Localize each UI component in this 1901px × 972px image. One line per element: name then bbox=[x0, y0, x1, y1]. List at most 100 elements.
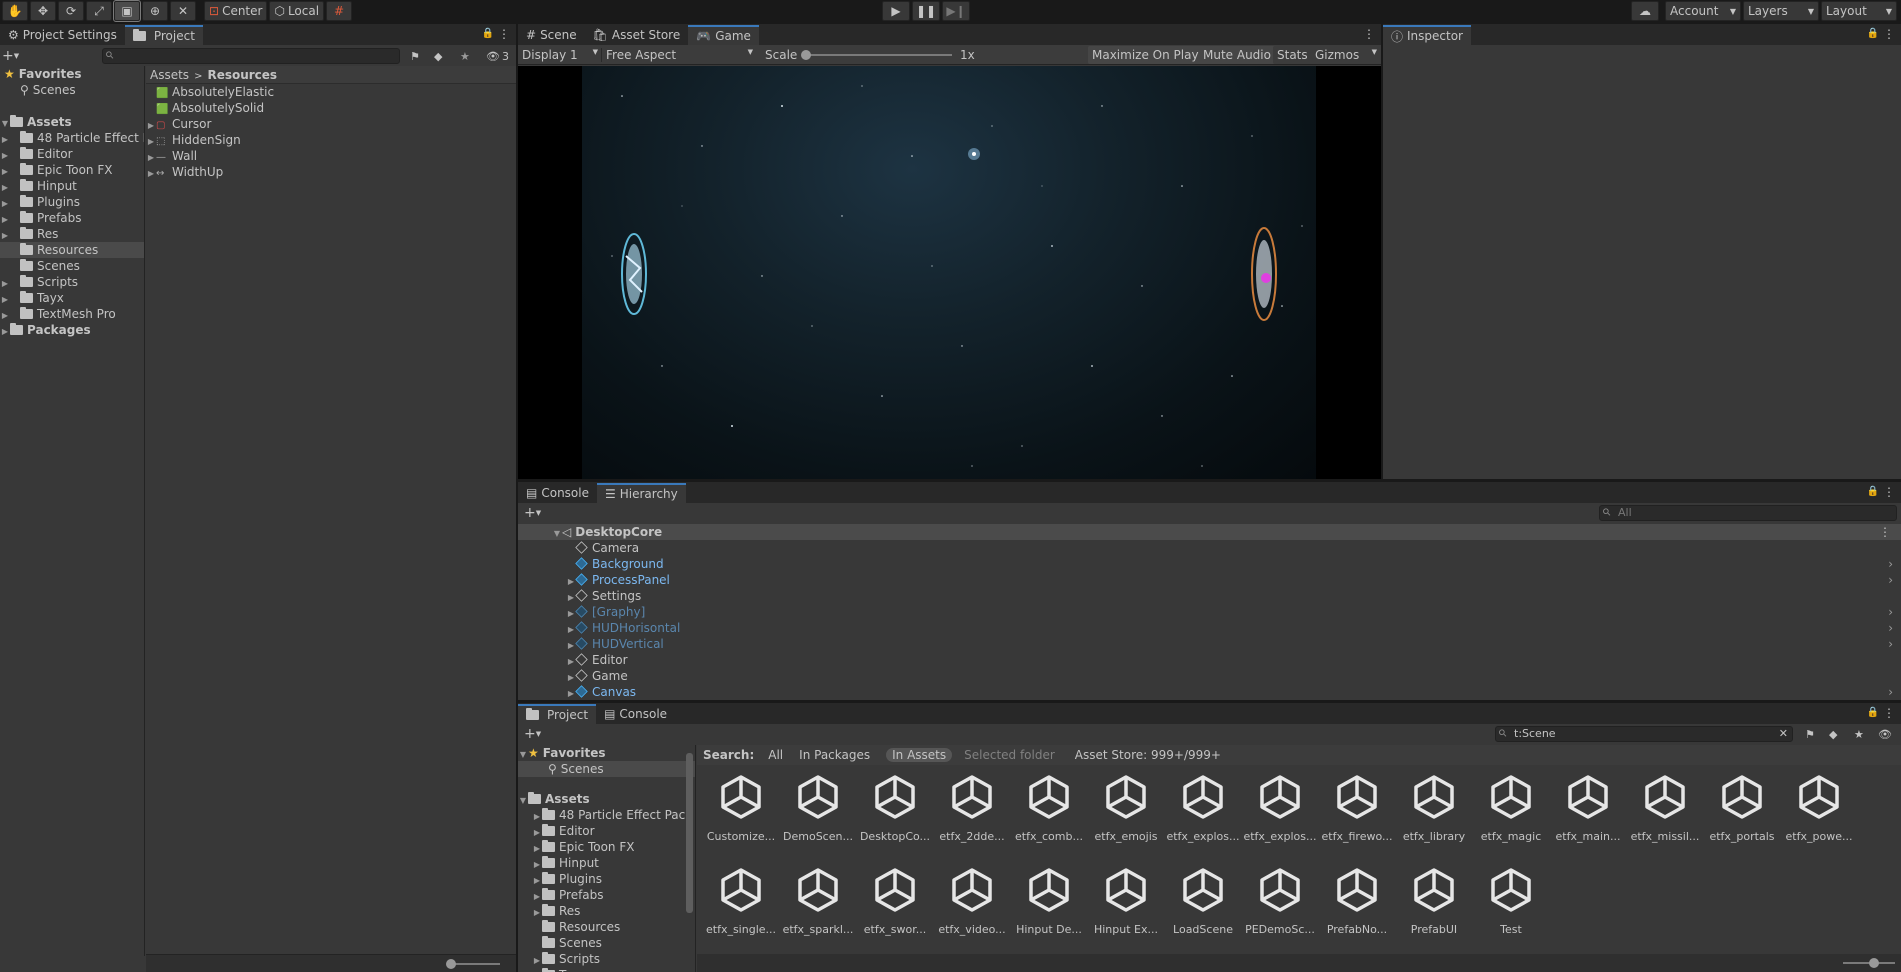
folder-item[interactable]: ▶ Editor bbox=[518, 823, 695, 839]
gizmos-dropdown[interactable]: Gizmos ▼ bbox=[1315, 48, 1377, 62]
folder-item[interactable]: ▶ Scripts bbox=[518, 951, 695, 967]
filter-type-icon[interactable]: ⚑ bbox=[1805, 728, 1815, 741]
scene-asset-tile[interactable]: etfx_missil... bbox=[1627, 773, 1703, 843]
folder-item[interactable]: ▶ Epic Toon FX bbox=[0, 162, 144, 178]
expand-arrow-icon[interactable]: ▶ bbox=[146, 118, 156, 132]
expand-arrow-icon[interactable]: ▶ bbox=[566, 686, 576, 700]
tab-scene[interactable]: # Scene bbox=[518, 25, 585, 45]
tree-scrollbar[interactable] bbox=[686, 753, 693, 913]
tab-inspector[interactable]: ⓘ Inspector bbox=[1383, 25, 1471, 45]
packages-root[interactable]: ▶ Packages bbox=[0, 322, 144, 338]
scene-asset-tile[interactable]: Hinput De... bbox=[1011, 866, 1087, 936]
expand-arrow-icon[interactable]: ▶ bbox=[0, 292, 10, 306]
chevron-down-icon[interactable]: ▼ bbox=[536, 509, 541, 517]
expand-arrow-icon[interactable]: ▶ bbox=[0, 212, 10, 226]
hierarchy-item[interactable]: Camera bbox=[518, 540, 1901, 556]
mute-audio-button[interactable]: Mute Audio bbox=[1199, 45, 1275, 64]
asset-file-item[interactable]: ▶ ▢ Cursor bbox=[146, 116, 516, 132]
scene-asset-tile[interactable]: etfx_emojis bbox=[1088, 773, 1164, 843]
scene-asset-tile[interactable]: etfx_video... bbox=[934, 866, 1010, 936]
expand-arrow-icon[interactable]: ▶ bbox=[532, 889, 542, 903]
scale-tool-icon[interactable]: ⤢ bbox=[86, 1, 112, 21]
scene-asset-tile[interactable]: etfx_2dde... bbox=[934, 773, 1010, 843]
pivot-local-button[interactable]: ⬡ Local bbox=[269, 1, 325, 21]
asset-file-item[interactable]: ▶ — Wall bbox=[146, 148, 516, 164]
expand-arrow-icon[interactable]: ▶ bbox=[532, 905, 542, 919]
scale-slider[interactable] bbox=[801, 50, 952, 60]
tab-hierarchy[interactable]: ☰ Hierarchy bbox=[596, 483, 686, 503]
folder-item[interactable]: ▶ Prefabs bbox=[518, 887, 695, 903]
lock-icon[interactable]: 🔒 bbox=[1867, 486, 1879, 497]
chevron-right-icon[interactable]: › bbox=[1888, 572, 1893, 588]
favorites-header[interactable]: ★ Favorites bbox=[0, 66, 144, 82]
fav-item-scenes[interactable]: ⚲ Scenes bbox=[518, 761, 695, 777]
custom-tool-icon[interactable]: ✕ bbox=[170, 1, 196, 21]
account-dropdown[interactable]: Account ▼ bbox=[1665, 1, 1741, 21]
expand-arrow-icon[interactable]: ▶ bbox=[532, 873, 542, 887]
more-options-icon[interactable]: ⋮ bbox=[498, 27, 510, 41]
tab-console-bottom[interactable]: ▤ Console bbox=[596, 704, 675, 724]
pause-button[interactable]: ❚❚ bbox=[912, 1, 940, 21]
scene-asset-tile[interactable]: PrefabNo... bbox=[1319, 866, 1395, 936]
scene-asset-tile[interactable]: etfx_main... bbox=[1550, 773, 1626, 843]
aspect-dropdown[interactable]: Free Aspect ▼ bbox=[601, 47, 753, 62]
hand-tool-icon[interactable]: ✋ bbox=[2, 1, 28, 21]
hierarchy-item[interactable]: ▶ HUDHorisontal › bbox=[518, 620, 1901, 636]
display-dropdown[interactable]: Display 1 ▼ bbox=[522, 48, 598, 62]
expand-arrow-icon[interactable]: ▼ bbox=[518, 793, 528, 807]
layers-dropdown[interactable]: Layers ▼ bbox=[1743, 1, 1819, 21]
hierarchy-item[interactable]: ▶ Canvas › bbox=[518, 684, 1901, 700]
scene-asset-tile[interactable]: PrefabUI bbox=[1396, 866, 1472, 936]
scene-asset-tile[interactable]: etfx_library bbox=[1396, 773, 1472, 843]
asset-file-item[interactable]: 🟩 AbsolutelyElastic bbox=[146, 84, 516, 100]
tab-project-bottom[interactable]: Project bbox=[518, 704, 597, 724]
zoom-slider-handle[interactable] bbox=[446, 959, 456, 969]
scene-asset-tile[interactable]: etfx_sparkl... bbox=[780, 866, 856, 936]
game-view[interactable] bbox=[518, 66, 1381, 479]
expand-arrow-icon[interactable]: ▶ bbox=[0, 148, 10, 162]
folder-item[interactable]: ▶ Scripts bbox=[0, 274, 144, 290]
folder-item[interactable]: ▶ Tayx bbox=[0, 290, 144, 306]
expand-arrow-icon[interactable]: ▶ bbox=[566, 606, 576, 620]
folder-item[interactable]: ▶ Plugins bbox=[518, 871, 695, 887]
lock-icon[interactable]: 🔒 bbox=[482, 28, 494, 39]
filter-label-icon[interactable]: ◆ bbox=[434, 50, 442, 63]
expand-arrow-icon[interactable]: ▼ bbox=[518, 747, 528, 761]
tab-asset-store[interactable]: 🛍 Asset Store bbox=[585, 25, 689, 45]
folder-item[interactable]: ▶ Epic Toon FX bbox=[518, 839, 695, 855]
expand-arrow-icon[interactable]: ▶ bbox=[566, 654, 576, 668]
scene-asset-tile[interactable]: Test bbox=[1473, 866, 1549, 936]
chevron-right-icon[interactable]: › bbox=[1888, 556, 1893, 572]
folder-item[interactable]: ▶ 48 Particle Effect P bbox=[0, 130, 144, 146]
scene-asset-tile[interactable]: etfx_explos... bbox=[1242, 773, 1318, 843]
scene-asset-tile[interactable]: etfx_firewo... bbox=[1319, 773, 1395, 843]
filter-in-packages[interactable]: In Packages bbox=[799, 748, 870, 762]
scene-asset-tile[interactable]: etfx_swor... bbox=[857, 866, 933, 936]
folder-item[interactable]: Resources bbox=[0, 242, 144, 258]
expand-arrow-icon[interactable]: ▶ bbox=[146, 150, 156, 164]
expand-arrow-icon[interactable]: ▶ bbox=[566, 638, 576, 652]
more-options-icon[interactable]: ⋮ bbox=[1879, 524, 1891, 540]
hierarchy-item[interactable]: ▶ [Graphy] › bbox=[518, 604, 1901, 620]
expand-arrow-icon[interactable]: ▶ bbox=[0, 228, 10, 242]
maximize-on-play-button[interactable]: Maximize On Play bbox=[1088, 45, 1203, 64]
hierarchy-search-input[interactable]: All bbox=[1599, 505, 1897, 521]
filter-type-icon[interactable]: ⚑ bbox=[410, 50, 420, 63]
expand-arrow-icon[interactable]: ▶ bbox=[0, 276, 10, 290]
expand-arrow-icon[interactable]: ▶ bbox=[566, 670, 576, 684]
scene-asset-tile[interactable]: PEDemoSc... bbox=[1242, 866, 1318, 936]
scene-asset-tile[interactable]: etfx_single... bbox=[703, 866, 779, 936]
folder-item[interactable]: ▶ Hinput bbox=[518, 855, 695, 871]
asset-file-item[interactable]: ▶ ↔ WidthUp bbox=[146, 164, 516, 180]
create-plus-icon[interactable]: + bbox=[2, 48, 14, 64]
zoom-slider-handle[interactable] bbox=[1869, 958, 1879, 968]
folder-item[interactable]: ▶ Res bbox=[0, 226, 144, 242]
scene-asset-tile[interactable]: DemoScen... bbox=[780, 773, 856, 843]
folder-item[interactable]: Scenes bbox=[518, 935, 695, 951]
expand-arrow-icon[interactable]: ▼ bbox=[0, 116, 10, 130]
stats-button[interactable]: Stats bbox=[1273, 45, 1312, 64]
folder-item[interactable]: ▶ TextMesh Pro bbox=[0, 306, 144, 322]
breadcrumb-resources[interactable]: Resources bbox=[207, 68, 277, 82]
filter-in-assets[interactable]: In Assets bbox=[886, 748, 953, 762]
expand-arrow-icon[interactable]: ▼ bbox=[552, 526, 562, 540]
